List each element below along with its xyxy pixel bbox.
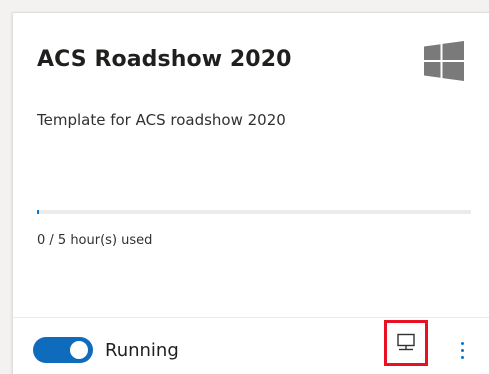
- monitor-icon: [397, 333, 415, 351]
- usage-progress-bar: [37, 210, 471, 214]
- status-label: Running: [105, 340, 179, 361]
- usage-progress-fill: [37, 210, 39, 214]
- usage-text: 0 / 5 hour(s) used: [37, 233, 153, 248]
- more-options-button[interactable]: [454, 337, 470, 363]
- connect-button[interactable]: [384, 320, 428, 366]
- toggle-knob: [70, 341, 88, 359]
- lab-card: ACS Roadshow 2020 Template for ACS roads…: [12, 12, 489, 374]
- running-toggle[interactable]: [33, 337, 93, 363]
- footer-divider: [13, 317, 489, 318]
- lab-description: Template for ACS roadshow 2020: [37, 111, 286, 129]
- more-vertical-icon: [460, 341, 464, 345]
- lab-title: ACS Roadshow 2020: [37, 47, 292, 72]
- windows-logo-icon: [424, 41, 464, 81]
